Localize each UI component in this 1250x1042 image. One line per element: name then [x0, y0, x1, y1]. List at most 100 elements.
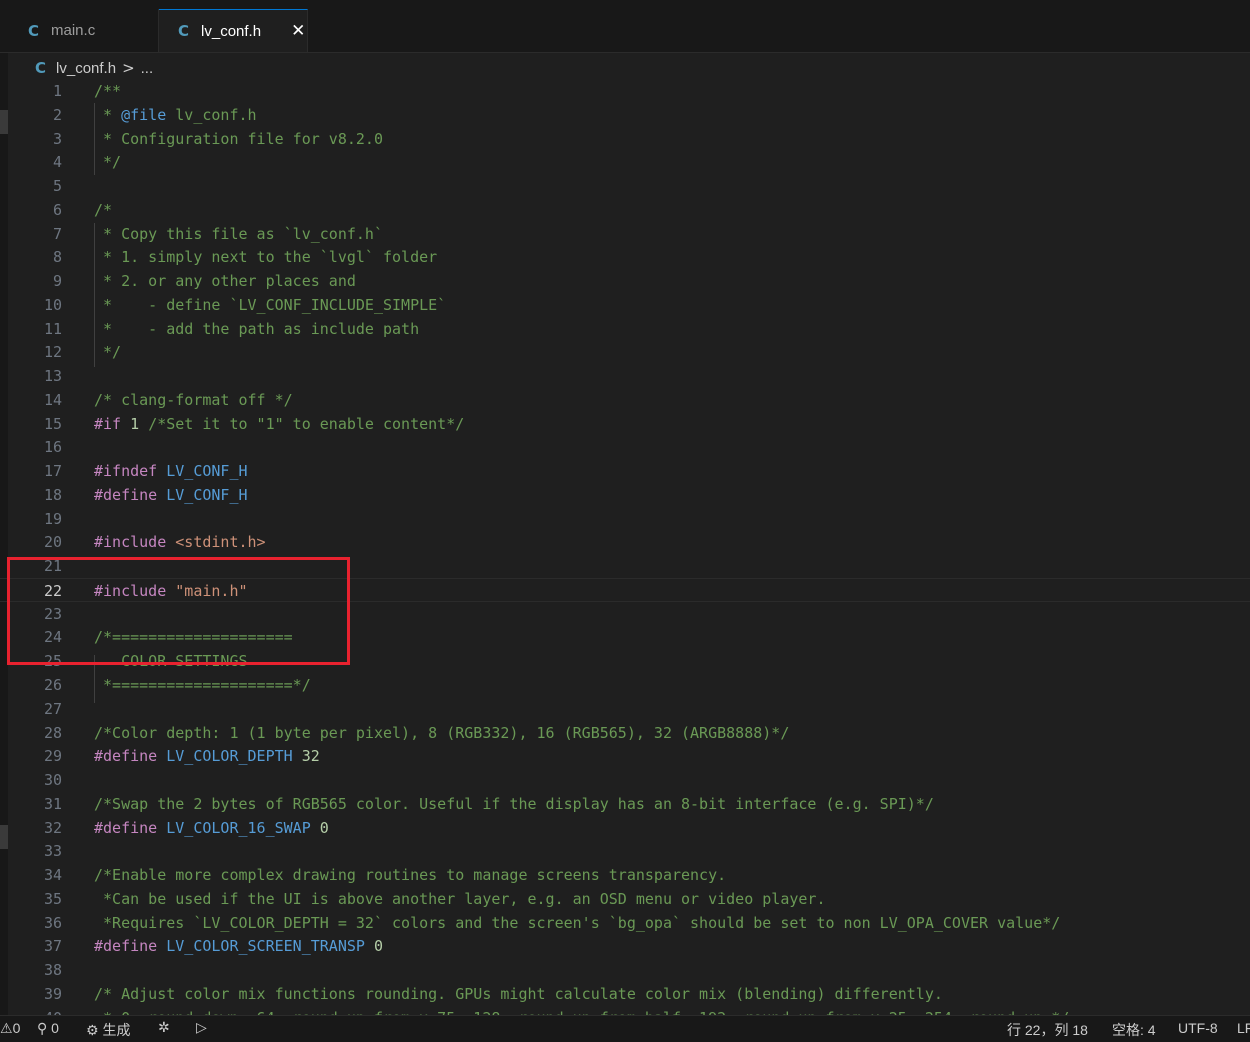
code-line[interactable]: 32 #define LV_COLOR_16_SWAP 0 [0, 816, 1250, 840]
tab-bar: C main.c C lv_conf.h ✕ [0, 0, 1250, 53]
code-token: LV_COLOR_DEPTH [157, 747, 293, 766]
code-line[interactable]: 6 /* [0, 198, 1250, 222]
code-line[interactable]: 3 * Configuration file for v8.2.0 [0, 127, 1250, 151]
line-number: 7 [52, 224, 62, 243]
line-number: 17 [43, 462, 62, 481]
code-text: *Can be used if the UI is above another … [94, 887, 825, 911]
code-line[interactable]: 20 #include <stdint.h> [0, 530, 1250, 554]
code-text: #define LV_COLOR_SCREEN_TRANSP 0 [94, 934, 383, 958]
code-line[interactable]: 35 *Can be used if the UI is above anoth… [0, 887, 1250, 911]
code-token: #ifndef [94, 462, 158, 481]
code-token: * Configuration file for v8.2.0 [94, 129, 383, 148]
tab-lv-conf-h[interactable]: C lv_conf.h ✕ [159, 9, 308, 52]
line-number: 35 [43, 889, 62, 908]
code-line[interactable]: 30 [0, 768, 1250, 792]
code-text: #if 1 /*Set it to "1" to enable content*… [94, 412, 464, 436]
code-text: *====================*/ [94, 673, 311, 697]
broadcast-icon: ⚲ [37, 1021, 48, 1037]
c-file-icon: C [28, 21, 40, 40]
line-number: 36 [43, 913, 62, 932]
code-text: * 1. simply next to the `lvgl` folder [94, 245, 437, 269]
code-line[interactable]: 28 /*Color depth: 1 (1 byte per pixel), 8… [0, 721, 1250, 745]
code-line[interactable]: 26 *====================*/ [0, 673, 1250, 697]
code-line[interactable]: 16 [0, 435, 1250, 459]
code-line[interactable]: 36 *Requires `LV_COLOR_DEPTH = 32` color… [0, 911, 1250, 935]
code-text: #define LV_COLOR_16_SWAP 0 [94, 816, 329, 840]
line-number: 10 [43, 295, 62, 314]
code-text: #ifndef LV_CONF_H [94, 459, 248, 483]
code-line[interactable]: 19 [0, 507, 1250, 531]
code-line[interactable]: 38 [0, 958, 1250, 982]
code-line[interactable]: 11 * - add the path as include path [0, 317, 1250, 341]
code-line[interactable]: 39 /* Adjust color mix functions rounding… [0, 982, 1250, 1006]
code-line[interactable]: 31 /*Swap the 2 bytes of RGB565 color. Us… [0, 792, 1250, 816]
eol-status[interactable]: LF [1237, 1020, 1250, 1036]
code-line[interactable]: 14 /* clang-format off */ [0, 388, 1250, 412]
code-line[interactable]: 29 #define LV_COLOR_DEPTH 32 [0, 744, 1250, 768]
code-line[interactable]: 27 [0, 697, 1250, 721]
code-token: *====================*/ [94, 676, 311, 694]
line-number: 39 [43, 984, 62, 1003]
line-number: 4 [52, 153, 62, 172]
code-token: 32 [292, 747, 320, 766]
code-line[interactable]: 33 [0, 839, 1250, 863]
code-text: /*Swap the 2 bytes of RGB565 color. Usef… [94, 792, 934, 816]
run-icon[interactable]: ▷ [196, 1020, 207, 1036]
code-line[interactable]: 13 [0, 364, 1250, 388]
line-number: 28 [43, 723, 62, 742]
tab-label: main.c [51, 22, 96, 39]
code-token: * 1. simply next to the `lvgl` folder [94, 248, 438, 267]
breadcrumb-symbols[interactable]: ... [141, 60, 154, 77]
ports-status[interactable]: ⚲ 0 [37, 1020, 59, 1037]
code-line[interactable]: 5 [0, 174, 1250, 198]
code-line[interactable]: 15 #if 1 /*Set it to "1" to enable conten… [0, 412, 1250, 436]
code-text: /*Color depth: 1 (1 byte per pixel), 8 (… [94, 721, 789, 745]
cursor-position[interactable]: 行 22，列 18 [1007, 1020, 1088, 1040]
code-line[interactable]: 37 #define LV_COLOR_SCREEN_TRANSP 0 [0, 934, 1250, 958]
code-text: * 2. or any other places and [94, 269, 356, 293]
highlight-annotation [7, 557, 350, 665]
code-text: #define LV_COLOR_DEPTH 32 [94, 744, 320, 768]
code-line[interactable]: 8 * 1. simply next to the `lvgl` folder [0, 245, 1250, 269]
code-line[interactable]: 12 */ [0, 340, 1250, 364]
breadcrumb-file[interactable]: lv_conf.h [56, 60, 116, 77]
tab-main-c[interactable]: C main.c [8, 9, 159, 52]
code-line[interactable]: 4 */ [0, 150, 1250, 174]
code-line[interactable]: 7 * Copy this file as `lv_conf.h` [0, 222, 1250, 246]
errors-status[interactable]: ⚠0 [0, 1020, 20, 1037]
code-editor[interactable]: 1/** 2 * @file lv_conf.h 3 * Configuration… [0, 79, 1250, 1015]
code-token: */ [94, 343, 122, 362]
code-token: #define [94, 485, 158, 504]
indentation-status[interactable]: 空格: 4 [1112, 1020, 1156, 1040]
close-icon[interactable]: ✕ [291, 21, 305, 41]
code-token: LV_CONF_H [157, 462, 248, 481]
code-token: * - define `LV_CONF_INCLUDE_SIMPLE` [94, 295, 447, 314]
code-text: * Configuration file for v8.2.0 [94, 127, 383, 151]
build-button[interactable]: ⚙ 生成 [86, 1020, 130, 1040]
line-number: 32 [43, 818, 62, 837]
code-line[interactable]: 18 #define LV_CONF_H [0, 483, 1250, 507]
code-token: /*Set it to "1" to enable content*/ [148, 414, 465, 433]
debug-icon[interactable]: ✲ [158, 1020, 170, 1036]
code-line[interactable]: 40 * 0: round down, 64: round up from x.… [0, 1006, 1250, 1015]
code-token: /* [94, 200, 113, 219]
code-line[interactable]: 10 * - define `LV_CONF_INCLUDE_SIMPLE` [0, 293, 1250, 317]
code-token: LV_CONF_H [157, 485, 248, 504]
encoding-status[interactable]: UTF-8 [1178, 1020, 1218, 1036]
code-line[interactable]: 2 * @file lv_conf.h [0, 103, 1250, 127]
code-line[interactable]: 9 * 2. or any other places and [0, 269, 1250, 293]
line-number: 6 [52, 200, 62, 219]
line-number: 37 [43, 937, 62, 956]
line-number: 15 [43, 414, 62, 433]
code-text: * - define `LV_CONF_INCLUDE_SIMPLE` [94, 293, 446, 317]
code-token: #define [94, 747, 158, 766]
code-line[interactable]: 1 /** [0, 79, 1250, 103]
code-token: /* clang-format off */ [94, 390, 293, 409]
code-line[interactable]: 34 /*Enable more complex drawing routines… [0, 863, 1250, 887]
window-top-edge [0, 0, 1250, 8]
code-text: */ [94, 150, 121, 174]
code-token: * [94, 105, 122, 124]
code-token: /*Swap the 2 bytes of RGB565 color. Usef… [94, 794, 934, 813]
code-line[interactable]: 17 #ifndef LV_CONF_H [0, 459, 1250, 483]
line-number: 14 [43, 390, 62, 409]
